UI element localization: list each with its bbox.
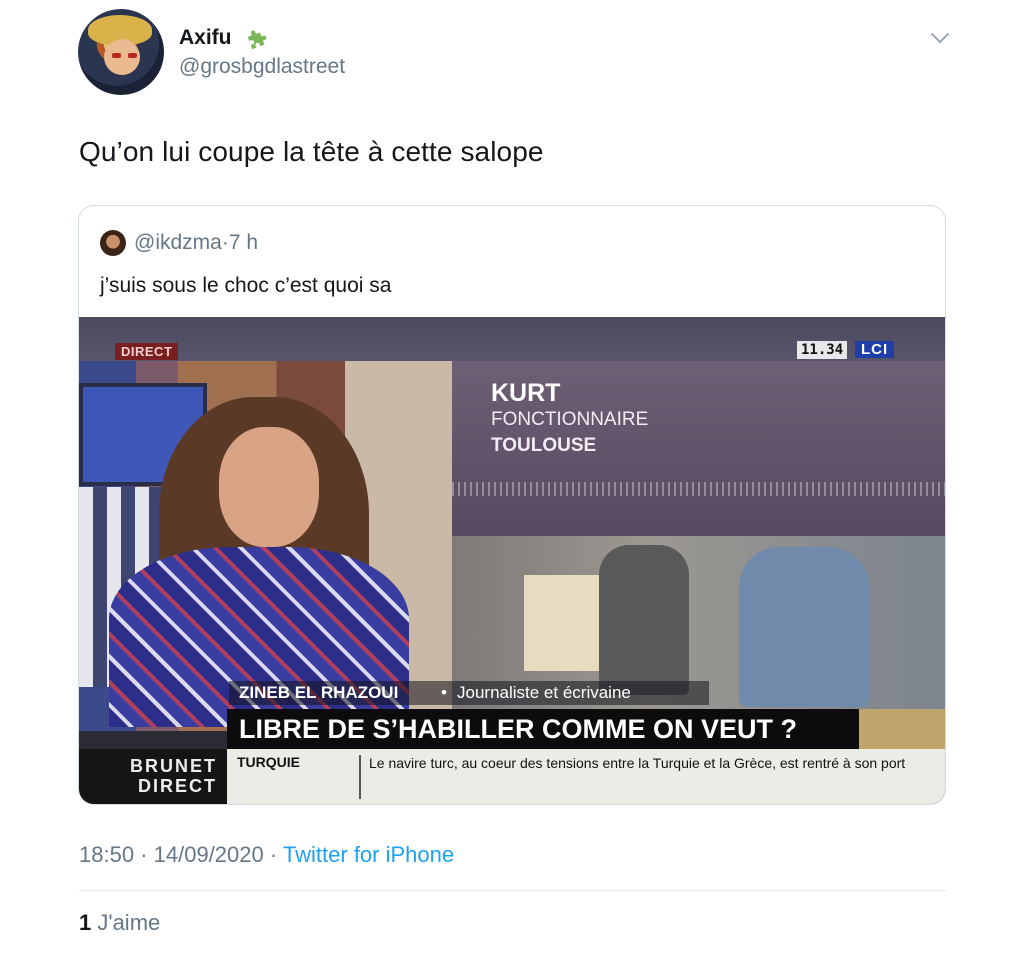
likes-label: J'aime [97,910,161,935]
broadcast-headline: LIBRE DE S’HABILLER COMME ON VEUT ? [239,714,798,744]
quoted-time: 7 h [228,231,259,254]
broadcast-clock: 11.34 [797,341,848,359]
interviewee-city: TOULOUSE [491,435,597,456]
quoted-video[interactable]: DIRECT 11.34 LCI KURT FONCTIONNAIRE TOUL… [79,317,945,804]
likes-count: 1 [79,910,92,935]
tweet-time: 18:50 [79,842,135,867]
author-display-name[interactable]: Axifu [179,26,232,50]
tweet-date[interactable]: 14/09/2020 [154,842,264,867]
chevron-down-icon[interactable] [929,28,951,48]
author-handle[interactable]: @grosbgdlastreet [179,55,345,79]
live-tag: DIRECT [115,343,179,360]
ticker-topic: TURQUIE [237,754,300,770]
tweet-text: Qu’on lui coupe la tête à cette salope [79,136,544,167]
meta-separator-1: · [140,842,148,867]
interviewee-job: FONCTIONNAIRE [491,409,649,430]
guest-separator: • [441,683,447,702]
channel-logo: LCI [855,341,895,358]
quoted-separator: · [221,231,229,254]
interviewee-name: KURT [491,379,561,407]
quoted-tweet-card[interactable]: @ikdzma·7 h j’suis sous le choc c’est qu… [78,205,946,805]
quoted-avatar [100,230,126,256]
guest-name: ZINEB EL RHAZOUI [239,683,399,702]
show-name-line2: DIRECT [138,776,217,796]
puzzle-piece-icon [247,30,267,50]
tweet-meta: 18:50 · 14/09/2020 · Twitter for iPhone [79,842,454,868]
show-name: BRUNET DIRECT [119,756,217,796]
quoted-handle: @ikdzma [134,231,222,254]
likes-stat[interactable]: 1 J'aime [79,910,160,936]
tweet-source-link[interactable]: Twitter for iPhone [283,842,454,867]
quoted-text: j’suis sous le choc c’est quoi sa [100,274,392,297]
meta-separator-2: · [269,842,278,867]
quoted-header: @ikdzma·7 h [134,231,258,255]
author-avatar[interactable] [78,9,164,95]
guest-role: Journaliste et écrivaine [457,683,631,702]
ticker-text: Le navire turc, au coeur des tensions en… [369,755,906,771]
show-name-line1: BRUNET [130,756,217,776]
divider [79,890,946,891]
